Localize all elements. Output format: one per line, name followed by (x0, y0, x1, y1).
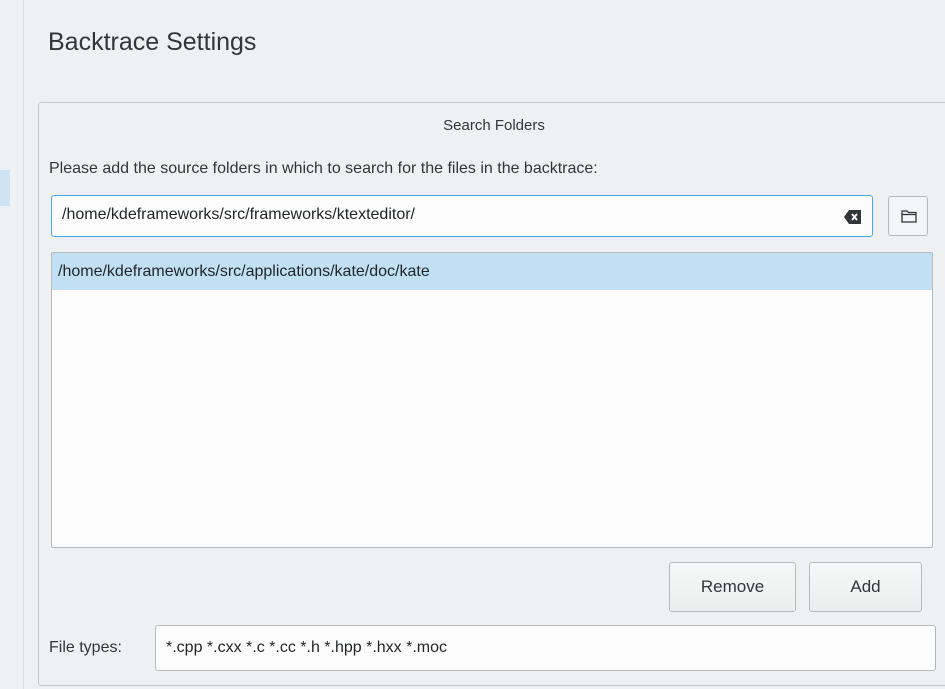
sidebar-strip (0, 0, 10, 689)
file-types-value[interactable]: *.cpp *.cxx *.c *.cc *.h *.hpp *.hxx *.m… (166, 639, 447, 657)
backtrace-settings-page: Backtrace Settings Search Folders Please… (0, 0, 945, 689)
search-folders-list[interactable]: /home/kdeframeworks/src/applications/kat… (51, 252, 933, 548)
clear-text-icon[interactable] (844, 209, 862, 225)
list-item[interactable]: /home/kdeframeworks/src/applications/kat… (52, 253, 932, 290)
remove-button[interactable]: Remove (669, 562, 796, 612)
browse-folder-button[interactable] (888, 196, 928, 236)
content-area: Backtrace Settings Search Folders Please… (23, 0, 945, 689)
sidebar-selection-indicator (0, 170, 10, 206)
folder-open-icon (901, 210, 917, 223)
folder-path-value[interactable]: /home/kdeframeworks/src/frameworks/ktext… (62, 206, 415, 224)
page-title: Backtrace Settings (48, 28, 257, 56)
file-types-input[interactable]: *.cpp *.cxx *.c *.cc *.h *.hpp *.hxx *.m… (155, 625, 936, 671)
add-button[interactable]: Add (809, 562, 922, 612)
instruction-label: Please add the source folders in which t… (49, 160, 598, 177)
folder-path-input[interactable]: /home/kdeframeworks/src/frameworks/ktext… (51, 195, 873, 237)
file-types-label: File types: (49, 639, 122, 656)
search-folders-group: Search Folders Please add the source fol… (38, 102, 945, 686)
group-title: Search Folders (443, 117, 545, 134)
